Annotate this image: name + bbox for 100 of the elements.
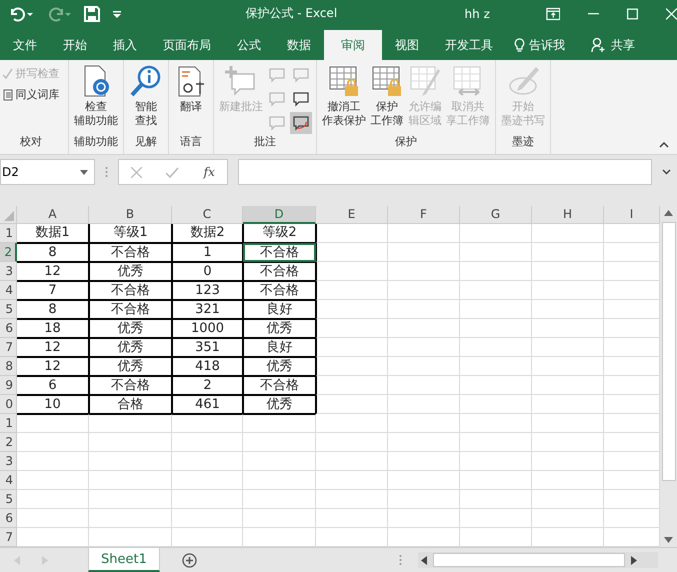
row-header[interactable]: 3 bbox=[0, 452, 17, 471]
ribbon-button[interactable]: 智能 查找 bbox=[128, 64, 164, 134]
table-cell: 1000 bbox=[172, 319, 243, 338]
table-cell bbox=[532, 243, 604, 262]
ribbon-display-icon[interactable] bbox=[546, 6, 560, 21]
maximize-icon[interactable] bbox=[627, 8, 638, 20]
row-header[interactable]: 2 bbox=[0, 243, 17, 262]
ribbon-button[interactable]: 同义词库 bbox=[2, 87, 60, 102]
save-icon[interactable] bbox=[84, 6, 100, 22]
name-box[interactable]: D2 bbox=[0, 159, 95, 185]
table-cell: 不合格 bbox=[243, 376, 316, 395]
table-cell bbox=[460, 395, 532, 414]
sheet-tab[interactable]: Sheet1 bbox=[88, 548, 160, 572]
grid-pencil-icon bbox=[408, 64, 442, 98]
column-header[interactable]: F bbox=[388, 206, 460, 224]
table-cell bbox=[316, 509, 388, 528]
row-header[interactable]: 7 bbox=[0, 338, 17, 357]
table-cell: 1 bbox=[172, 243, 243, 262]
expand-icon[interactable] bbox=[662, 169, 671, 175]
redo-icon[interactable] bbox=[46, 6, 72, 22]
search-icon bbox=[129, 64, 163, 98]
horizontal-scrollbar[interactable] bbox=[418, 552, 658, 568]
table-cell bbox=[316, 262, 388, 281]
table-cell bbox=[532, 395, 604, 414]
row-header[interactable]: 1 bbox=[0, 224, 17, 243]
ribbon-tab[interactable]: 数据 bbox=[274, 30, 324, 60]
ribbon-tab[interactable]: 开始 bbox=[50, 30, 100, 60]
ribbon-tab[interactable]: 插入 bbox=[100, 30, 150, 60]
ribbon-tab[interactable]: 文件 bbox=[0, 30, 50, 60]
table-cell bbox=[17, 452, 89, 471]
table-cell bbox=[17, 509, 89, 528]
column-header[interactable]: B bbox=[89, 206, 172, 224]
ribbon-button[interactable]: 翻译 bbox=[173, 64, 209, 134]
table-cell bbox=[388, 490, 460, 509]
ribbon-tab[interactable]: 页面布局 bbox=[150, 30, 224, 60]
ribbon-tab[interactable]: 开发工具 bbox=[432, 30, 506, 60]
table-cell bbox=[17, 433, 89, 452]
table-cell bbox=[532, 262, 604, 281]
dropdown-icon[interactable] bbox=[80, 170, 88, 174]
close-icon[interactable] bbox=[666, 8, 677, 20]
table-cell bbox=[532, 357, 604, 376]
table-cell bbox=[532, 414, 604, 433]
table-cell: 0 bbox=[172, 262, 243, 281]
ribbon-tab[interactable]: 公式 bbox=[224, 30, 274, 60]
undo-icon[interactable] bbox=[8, 6, 34, 22]
scroll-up-icon[interactable] bbox=[664, 210, 673, 216]
scroll-left-icon[interactable] bbox=[420, 556, 427, 564]
row-header[interactable]: 7 bbox=[0, 528, 17, 547]
window-title: 保护公式 - Excel bbox=[245, 5, 338, 22]
ribbon-button[interactable]: 保护 工作簿 bbox=[369, 64, 405, 134]
collapse-ribbon-icon[interactable] bbox=[659, 142, 669, 148]
row-header[interactable]: 5 bbox=[0, 490, 17, 509]
scroll-thumb[interactable] bbox=[662, 222, 676, 481]
ribbon-button[interactable]: 检查 辅助功能 bbox=[73, 64, 119, 134]
ribbon-tab[interactable]: 审阅 bbox=[324, 30, 382, 60]
formula-input[interactable] bbox=[238, 159, 652, 185]
ribbon-button[interactable]: 撤消工 作表保护 bbox=[321, 64, 367, 134]
table-cell bbox=[172, 490, 243, 509]
table-cell bbox=[316, 338, 388, 357]
vertical-scrollbar[interactable] bbox=[660, 206, 677, 547]
row-header[interactable]: 8 bbox=[0, 357, 17, 376]
table-cell bbox=[17, 414, 89, 433]
row-header[interactable]: 9 bbox=[0, 376, 17, 395]
column-header[interactable]: H bbox=[532, 206, 604, 224]
user-name[interactable]: hh z bbox=[464, 6, 518, 21]
row-header[interactable]: 2 bbox=[0, 433, 17, 452]
table-cell: 优秀 bbox=[89, 319, 172, 338]
table-cell: 不合格 bbox=[243, 243, 316, 262]
column-header[interactable]: G bbox=[460, 206, 532, 224]
table-cell bbox=[388, 452, 460, 471]
table-cell: 优秀 bbox=[89, 357, 172, 376]
row-header[interactable]: 4 bbox=[0, 281, 17, 300]
column-header[interactable]: I bbox=[604, 206, 660, 224]
row-header[interactable]: 4 bbox=[0, 471, 17, 490]
table-cell bbox=[460, 319, 532, 338]
row-header[interactable]: 3 bbox=[0, 262, 17, 281]
table-cell: 优秀 bbox=[243, 357, 316, 376]
scroll-thumb[interactable] bbox=[432, 553, 625, 567]
scroll-right-icon[interactable] bbox=[630, 556, 637, 564]
table-cell: 数据2 bbox=[172, 224, 243, 243]
row-header[interactable]: 5 bbox=[0, 300, 17, 319]
tell-me-button[interactable]: 告诉我 bbox=[506, 30, 573, 60]
column-header[interactable]: A bbox=[17, 206, 89, 224]
minimize-icon[interactable] bbox=[588, 12, 600, 15]
scroll-down-icon[interactable] bbox=[664, 537, 673, 543]
row-header[interactable]: 6 bbox=[0, 319, 17, 338]
table-cell bbox=[388, 281, 460, 300]
customize-icon[interactable] bbox=[112, 8, 122, 19]
column-header[interactable]: C bbox=[172, 206, 243, 224]
row-header[interactable]: 6 bbox=[0, 509, 17, 528]
row-header[interactable]: 0 bbox=[0, 395, 17, 414]
share-button[interactable]: 共享 bbox=[583, 30, 643, 60]
comment-tool-icon[interactable] bbox=[290, 112, 312, 134]
column-header[interactable]: E bbox=[316, 206, 388, 224]
checkmark-icon bbox=[2, 68, 12, 80]
ribbon-tab[interactable]: 视图 bbox=[382, 30, 432, 60]
insert-function-button[interactable]: fx bbox=[204, 165, 215, 179]
column-header[interactable]: D bbox=[243, 206, 316, 224]
add-sheet-icon[interactable] bbox=[182, 552, 197, 568]
row-header[interactable]: 1 bbox=[0, 414, 17, 433]
